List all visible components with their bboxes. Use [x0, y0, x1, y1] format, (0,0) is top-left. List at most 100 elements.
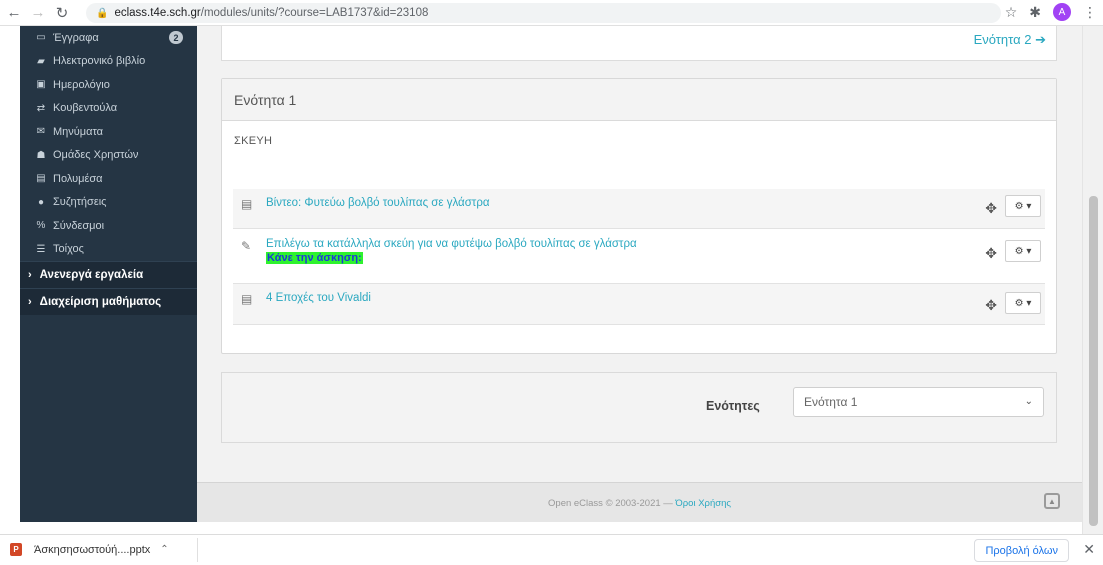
footer-text: Open eClass © 2003-2021 — Όροι Χρήσης: [197, 498, 1082, 509]
count-badge: 2: [169, 31, 183, 44]
chevron-down-icon: ⌄: [1024, 396, 1033, 407]
resource-row: ▤ 4 Εποχές του Vivaldi ✥ ⚙ ▾: [233, 284, 1045, 325]
sidebar: ▭ Έγγραφα 2 ▰ Ηλεκτρονικό βιβλίο ▣ Ημερο…: [20, 26, 197, 522]
resource-row: ▤ Βίντεο: Φυτεύω βολβό τουλίπας σε γλάστ…: [233, 189, 1045, 229]
resource-link[interactable]: Βίντεο: Φυτεύω βολβό τουλίπας σε γλάστρα: [266, 197, 490, 209]
book-icon: ▰: [37, 55, 45, 67]
sidebar-item-label: Μηνύματα: [53, 125, 104, 138]
download-bar: P Άσκησησωστούή....pptx ⌃ Προβολή όλων ✕: [0, 534, 1103, 565]
sidebar-item-label: Σύνδεσμοι: [53, 219, 105, 232]
sidebar-group-course-admin[interactable]: › Διαχείριση μαθήματος: [20, 288, 197, 315]
calendar-icon: ▣: [36, 79, 46, 91]
back-icon[interactable]: ←: [4, 3, 24, 23]
left-gutter: [0, 26, 20, 534]
forward-icon[interactable]: →: [28, 3, 48, 23]
sidebar-item-label: Κουβεντούλα: [53, 102, 118, 115]
main-content: Ενότητα 2 ➔ Ενότητα 1 ΣΚΕΥΗ ▤ Βίντεο: Φυ…: [197, 26, 1082, 522]
comments-icon: ●: [37, 196, 45, 208]
gear-icon: ⚙ ▾: [1014, 200, 1032, 212]
film-icon: ▤: [241, 292, 253, 306]
profile-avatar[interactable]: A: [1053, 3, 1071, 21]
sidebar-item-label: Συζητήσεις: [53, 196, 107, 209]
footer: Open eClass © 2003-2021 — Όροι Χρήσης ▲: [197, 482, 1082, 522]
address-bar[interactable]: 🔒 eclass.t4e.sch.gr /modules/units/?cour…: [86, 3, 1001, 23]
url-path: /modules/units/?course=LAB1737&id=23108: [200, 7, 429, 19]
page-viewport: ▭ Έγγραφα 2 ▰ Ηλεκτρονικό βιβλίο ▣ Ημερο…: [0, 26, 1103, 534]
close-icon[interactable]: ✕: [1083, 541, 1095, 558]
scroll-top-icon[interactable]: ▲: [1044, 493, 1060, 509]
sidebar-item-user-groups[interactable]: ☗ Ομάδες Χρηστών: [20, 144, 197, 168]
menu-dots-icon[interactable]: ⋮: [1083, 4, 1097, 21]
sidebar-item-forums[interactable]: ● Συζητήσεις: [20, 191, 197, 215]
resource-actions-button[interactable]: ⚙ ▾: [1005, 292, 1041, 314]
move-icon[interactable]: ✥: [985, 200, 997, 217]
sidebar-item-label: Ηλεκτρονικό βιβλίο: [53, 55, 146, 68]
show-all-button[interactable]: Προβολή όλων: [974, 539, 1069, 562]
sidebar-item-links[interactable]: % Σύνδεσμοι: [20, 214, 197, 238]
extensions-icon[interactable]: ✱: [1029, 4, 1041, 21]
bookmark-star-icon[interactable]: ☆: [1005, 4, 1018, 21]
sidebar-group-label: Διαχείριση μαθήματος: [39, 296, 162, 308]
chevron-right-icon: ›: [28, 296, 32, 308]
reload-icon[interactable]: ↻: [52, 3, 72, 23]
move-icon[interactable]: ✥: [985, 297, 997, 314]
units-nav-panel: Ενότητες Ενότητα 1 ⌄: [221, 372, 1057, 443]
sidebar-item-calendar[interactable]: ▣ Ημερολόγιο: [20, 73, 197, 97]
sidebar-item-wall[interactable]: ☰ Τοίχος: [20, 238, 197, 262]
sidebar-item-label: Έγγραφα: [53, 31, 99, 44]
sidebar-group-label: Ανενεργά εργαλεία: [39, 269, 144, 281]
scrollbar-thumb[interactable]: [1089, 196, 1098, 526]
chevron-up-icon[interactable]: ⌃: [160, 544, 168, 555]
sidebar-item-ebook[interactable]: ▰ Ηλεκτρονικό βιβλίο: [20, 50, 197, 74]
terms-link[interactable]: Όροι Χρήσης: [675, 498, 731, 509]
lock-icon: 🔒: [96, 7, 109, 19]
highlighted-text: Κάνε την άσκηση:: [266, 252, 363, 264]
arrow-right-icon: ➔: [1035, 32, 1046, 47]
resource-link[interactable]: Επιλέγω τα κατάλληλα σκεύη για να φυτέψω…: [266, 238, 637, 250]
sidebar-group-inactive-tools[interactable]: › Ανενεργά εργαλεία: [20, 261, 197, 288]
envelope-icon: ✉: [36, 126, 46, 138]
exchange-icon: ⇄: [36, 102, 46, 114]
resource-actions-button[interactable]: ⚙ ▾: [1005, 195, 1041, 217]
sidebar-item-documents[interactable]: ▭ Έγγραφα 2: [20, 26, 197, 50]
next-unit-link[interactable]: Ενότητα 2 ➔: [974, 32, 1046, 48]
prev-panel: Ενότητα 2 ➔: [221, 26, 1057, 61]
browser-toolbar: ← → ↻ 🔒 eclass.t4e.sch.gr /modules/units…: [0, 0, 1103, 26]
film-icon: ▤: [241, 197, 253, 211]
next-unit-label: Ενότητα 2: [973, 32, 1032, 47]
move-icon[interactable]: ✥: [985, 245, 997, 262]
link-icon: %: [36, 220, 46, 232]
download-file-name: Άσκησησωστούή....pptx: [34, 543, 151, 556]
folder-icon: ▭: [36, 32, 46, 44]
url-host: eclass.t4e.sch.gr: [114, 7, 201, 19]
units-select-value: Ενότητα 1: [804, 395, 858, 409]
chevron-right-icon: ›: [28, 269, 32, 281]
sidebar-item-multimedia[interactable]: ▤ Πολυμέσα: [20, 167, 197, 191]
sidebar-item-chat[interactable]: ⇄ Κουβεντούλα: [20, 97, 197, 121]
sidebar-item-label: Ημερολόγιο: [53, 78, 110, 91]
copyright-text: Open eClass © 2003-2021 —: [548, 498, 676, 509]
list-icon: ☰: [36, 243, 46, 255]
gear-icon: ⚙ ▾: [1014, 245, 1032, 257]
sidebar-item-label: Πολυμέσα: [53, 172, 103, 185]
edit-icon: ✎: [241, 239, 252, 253]
users-icon: ☗: [36, 149, 46, 161]
unit-title: Ενότητα 1: [222, 79, 1056, 121]
film-icon: ▤: [36, 173, 46, 185]
units-label: Ενότητες: [706, 399, 760, 413]
units-select[interactable]: Ενότητα 1 ⌄: [793, 387, 1044, 417]
gear-icon: ⚙ ▾: [1014, 297, 1032, 309]
divider: [197, 538, 198, 562]
scrollbar[interactable]: [1082, 26, 1103, 534]
download-item[interactable]: P Άσκησησωστούή....pptx ⌃: [10, 543, 169, 556]
resource-link[interactable]: 4 Εποχές του Vivaldi: [266, 292, 371, 304]
resource-actions-button[interactable]: ⚙ ▾: [1005, 240, 1041, 262]
unit-panel: Ενότητα 1 ΣΚΕΥΗ ▤ Βίντεο: Φυτεύω βολβό τ…: [221, 78, 1057, 354]
pptx-file-icon: P: [10, 543, 22, 556]
sidebar-item-messages[interactable]: ✉ Μηνύματα: [20, 120, 197, 144]
sidebar-item-label: Ομάδες Χρηστών: [53, 149, 139, 162]
resource-row: ✎ Επιλέγω τα κατάλληλα σκεύη για να φυτέ…: [233, 229, 1045, 284]
sidebar-item-label: Τοίχος: [53, 243, 84, 256]
unit-description: ΣΚΕΥΗ: [234, 135, 273, 147]
resource-list: ▤ Βίντεο: Φυτεύω βολβό τουλίπας σε γλάστ…: [233, 189, 1045, 325]
